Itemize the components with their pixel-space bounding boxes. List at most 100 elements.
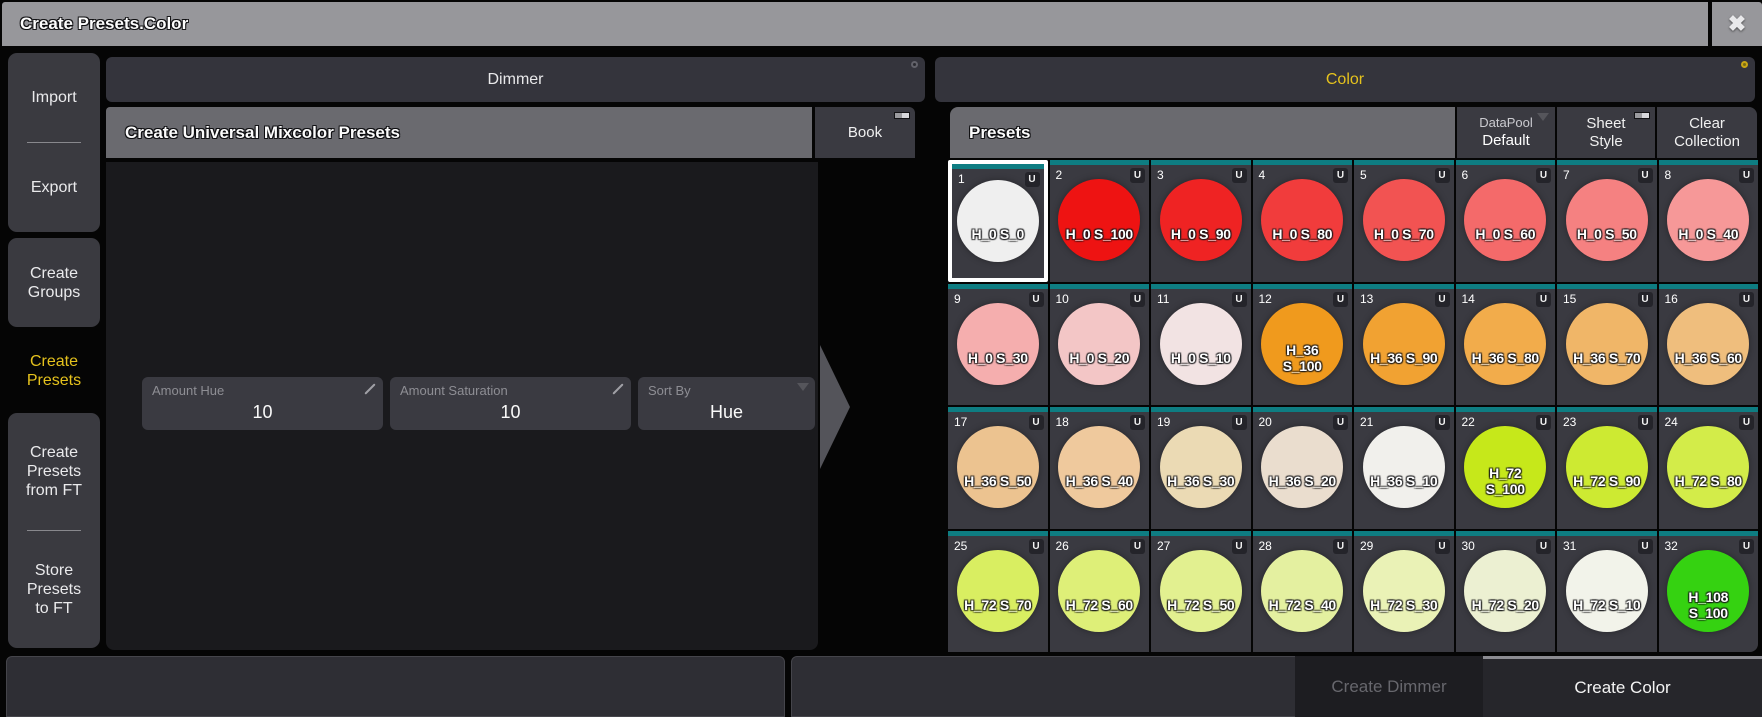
preset-universal-badge: U bbox=[1435, 168, 1450, 183]
bottom-bar-left bbox=[6, 656, 785, 717]
chevron-down-icon bbox=[1537, 113, 1549, 121]
preset-label: H_0 S_30 bbox=[948, 310, 1048, 406]
preset-cell[interactable]: 10UH_0 S_20 bbox=[1050, 284, 1150, 406]
sheet-style-button[interactable]: Sheet Style bbox=[1557, 107, 1655, 158]
preset-universal-badge: U bbox=[1536, 292, 1551, 307]
preset-universal-badge: U bbox=[1435, 415, 1450, 430]
preset-active-bar bbox=[1354, 531, 1454, 536]
preset-number: 32 bbox=[1665, 539, 1678, 553]
preset-cell[interactable]: 28UH_72 S_40 bbox=[1253, 531, 1353, 653]
preset-label: H_0 S_0 bbox=[952, 186, 1044, 282]
preset-universal-badge: U bbox=[1435, 539, 1450, 554]
book-button[interactable]: Book bbox=[815, 107, 915, 158]
preset-label: H_36 S_70 bbox=[1557, 310, 1657, 406]
preset-cell[interactable]: 20UH_36 S_20 bbox=[1253, 407, 1353, 529]
amount-hue-field[interactable]: Amount Hue 10 bbox=[142, 377, 383, 430]
preset-label: H_0 S_100 bbox=[1050, 186, 1150, 282]
preset-cell[interactable]: 27UH_72 S_50 bbox=[1151, 531, 1251, 653]
preset-label: H_36 S_20 bbox=[1253, 433, 1353, 529]
preset-active-bar bbox=[1050, 284, 1150, 289]
preset-active-bar bbox=[1456, 407, 1556, 412]
preset-cell[interactable]: 4UH_0 S_80 bbox=[1253, 160, 1353, 282]
preset-universal-badge: U bbox=[1029, 415, 1044, 430]
preset-number: 12 bbox=[1259, 292, 1272, 306]
preset-label: H_108 S_100 bbox=[1659, 557, 1759, 653]
mixcolor-panel-body: Amount Hue 10 Amount Saturation 10 Sort … bbox=[106, 162, 818, 650]
preset-cell[interactable]: 12UH_36 S_100 bbox=[1253, 284, 1353, 406]
preset-cell[interactable]: 19UH_36 S_30 bbox=[1151, 407, 1251, 529]
preset-label: H_36 S_80 bbox=[1456, 310, 1556, 406]
preset-cell[interactable]: 26UH_72 S_60 bbox=[1050, 531, 1150, 653]
preset-cell[interactable]: 23UH_72 S_90 bbox=[1557, 407, 1657, 529]
preset-active-bar bbox=[1456, 531, 1556, 536]
preset-number: 23 bbox=[1563, 415, 1576, 429]
datapool-button[interactable]: DataPool Default bbox=[1457, 107, 1555, 158]
preset-universal-badge: U bbox=[1739, 292, 1754, 307]
preset-cell[interactable]: 9UH_0 S_30 bbox=[948, 284, 1048, 406]
preset-label: H_0 S_10 bbox=[1151, 310, 1251, 406]
preset-cell[interactable]: 32UH_108 S_100 bbox=[1659, 531, 1759, 653]
preset-label: H_36 S_90 bbox=[1354, 310, 1454, 406]
preset-cell[interactable]: 14UH_36 S_80 bbox=[1456, 284, 1556, 406]
preset-cell[interactable]: 11UH_0 S_10 bbox=[1151, 284, 1251, 406]
preset-number: 3 bbox=[1157, 168, 1164, 182]
tab-dimmer[interactable]: Dimmer bbox=[106, 57, 925, 102]
preset-label: H_72 S_60 bbox=[1050, 557, 1150, 653]
sort-by-dropdown[interactable]: Sort By Hue bbox=[638, 377, 815, 430]
sidebar-item-create-presets-from-ft[interactable]: Create Presets from FT bbox=[8, 413, 100, 530]
preset-label: H_72 S_30 bbox=[1354, 557, 1454, 653]
preset-cell[interactable]: 16UH_36 S_60 bbox=[1659, 284, 1759, 406]
preset-universal-badge: U bbox=[1333, 415, 1348, 430]
preset-active-bar bbox=[1557, 531, 1657, 536]
preset-cell[interactable]: 29UH_72 S_30 bbox=[1354, 531, 1454, 653]
preset-cell[interactable]: 8UH_0 S_40 bbox=[1659, 160, 1759, 282]
preset-active-bar bbox=[1456, 160, 1556, 165]
preset-cell[interactable]: 22UH_72 S_100 bbox=[1456, 407, 1556, 529]
preset-cell[interactable]: 17UH_36 S_50 bbox=[948, 407, 1048, 529]
preset-number: 2 bbox=[1056, 168, 1063, 182]
preset-cell[interactable]: 21UH_36 S_10 bbox=[1354, 407, 1454, 529]
sidebar-item-store-presets-to-ft[interactable]: Store Presets to FT bbox=[8, 531, 100, 648]
sidebar-item-create-groups[interactable]: Create Groups bbox=[8, 238, 100, 327]
preset-number: 6 bbox=[1462, 168, 1469, 182]
preset-cell[interactable]: 5UH_0 S_70 bbox=[1354, 160, 1454, 282]
sheet-style-label: Sheet Style bbox=[1586, 115, 1625, 151]
preset-cell[interactable]: 2UH_0 S_100 bbox=[1050, 160, 1150, 282]
preset-cell[interactable]: 24UH_72 S_80 bbox=[1659, 407, 1759, 529]
preset-universal-badge: U bbox=[1739, 415, 1754, 430]
preset-active-bar bbox=[1659, 160, 1759, 165]
close-button[interactable]: ✖ bbox=[1712, 2, 1762, 46]
tab-color[interactable]: Color bbox=[935, 57, 1755, 102]
preset-active-bar bbox=[1659, 284, 1759, 289]
preset-cell[interactable]: 30UH_72 S_20 bbox=[1456, 531, 1556, 653]
preset-active-bar bbox=[1151, 160, 1251, 165]
preset-active-bar bbox=[1050, 160, 1150, 165]
preset-universal-badge: U bbox=[1333, 292, 1348, 307]
preset-active-bar bbox=[1050, 531, 1150, 536]
preset-cell[interactable]: 7UH_0 S_50 bbox=[1557, 160, 1657, 282]
preset-number: 1 bbox=[958, 172, 965, 186]
create-color-button[interactable]: Create Color bbox=[1483, 656, 1762, 717]
preset-cell[interactable]: 1UH_0 S_0 bbox=[948, 160, 1048, 282]
preset-cell[interactable]: 6UH_0 S_60 bbox=[1456, 160, 1556, 282]
preset-cell[interactable]: 3UH_0 S_90 bbox=[1151, 160, 1251, 282]
create-dimmer-button[interactable]: Create Dimmer bbox=[1295, 656, 1483, 717]
preset-label: H_0 S_40 bbox=[1659, 186, 1759, 282]
clear-collection-button[interactable]: Clear Collection bbox=[1657, 107, 1757, 158]
preset-cell[interactable]: 13UH_36 S_90 bbox=[1354, 284, 1454, 406]
preset-grid: 1UH_0 S_02UH_0 S_1003UH_0 S_904UH_0 S_80… bbox=[948, 160, 1758, 652]
preset-active-bar bbox=[1354, 407, 1454, 412]
title-bar[interactable]: Create Presets.Color bbox=[2, 2, 1708, 46]
sidebar-item-export[interactable]: Export bbox=[8, 143, 100, 232]
preset-cell[interactable]: 31UH_72 S_10 bbox=[1557, 531, 1657, 653]
sidebar-item-import[interactable]: Import bbox=[8, 53, 100, 142]
preset-number: 22 bbox=[1462, 415, 1475, 429]
preset-cell[interactable]: 15UH_36 S_70 bbox=[1557, 284, 1657, 406]
preset-cell[interactable]: 18UH_36 S_40 bbox=[1050, 407, 1150, 529]
preset-number: 31 bbox=[1563, 539, 1576, 553]
sidebar-group-import-export: Import Export bbox=[8, 53, 100, 232]
amount-saturation-field[interactable]: Amount Saturation 10 bbox=[390, 377, 631, 430]
preset-number: 28 bbox=[1259, 539, 1272, 553]
sidebar-item-create-presets[interactable]: Create Presets bbox=[8, 345, 100, 397]
preset-cell[interactable]: 25UH_72 S_70 bbox=[948, 531, 1048, 653]
